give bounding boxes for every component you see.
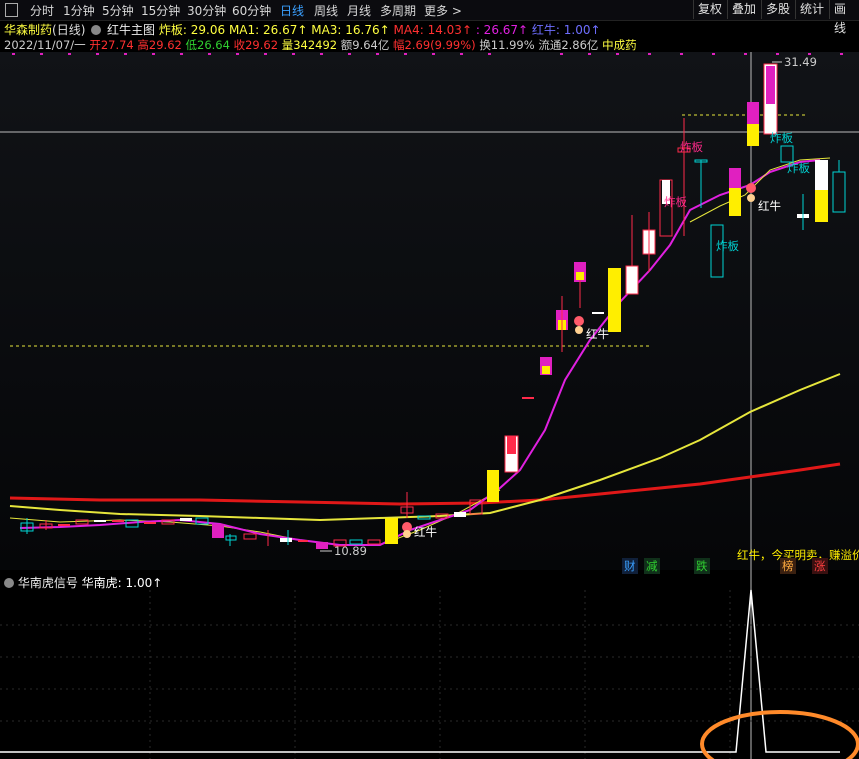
zhaban-label-5: 炸板 [716, 239, 739, 253]
low-price-label: 10.89 [334, 544, 367, 558]
sub-indicator-name[interactable]: 华南虎信号 [18, 576, 78, 590]
zhaban-label-2: 炸板 [664, 195, 687, 209]
sub-panel-header: 华南虎信号 华南虎: 1.00↑ [4, 574, 162, 591]
hongniu-label-1: 红牛 [414, 525, 437, 539]
scroll-text: 红牛，今买明卖，赚溢价 [737, 548, 859, 562]
top-markers [12, 53, 843, 55]
marker-zhang[interactable]: 涨 [812, 558, 828, 574]
main-chart-svg[interactable] [0, 0, 859, 759]
ma-red-line [9, 462, 841, 506]
zhaban-label-4: 炸板 [787, 161, 810, 175]
sub-indicator-value: 华南虎: 1.00↑ [81, 576, 163, 590]
sub-grid [0, 590, 859, 759]
marker-die[interactable]: 跌 [694, 558, 710, 574]
sub-dropdown-icon[interactable] [4, 578, 14, 588]
ma-yellow-line [9, 373, 841, 522]
ma-magenta-line [19, 159, 821, 546]
high-price-label: 31.49 [784, 55, 817, 69]
zhaban-label-1: 炸板 [680, 140, 703, 154]
hongniu-label-3: 红牛 [758, 199, 781, 213]
hongniu-label-2: 红牛 [586, 327, 609, 341]
zhaban-label-3: 炸板 [770, 131, 793, 145]
marker-bang[interactable]: 榜 [780, 558, 796, 574]
marker-jian[interactable]: 减 [644, 558, 660, 574]
marker-cai[interactable]: 财 [622, 558, 638, 574]
